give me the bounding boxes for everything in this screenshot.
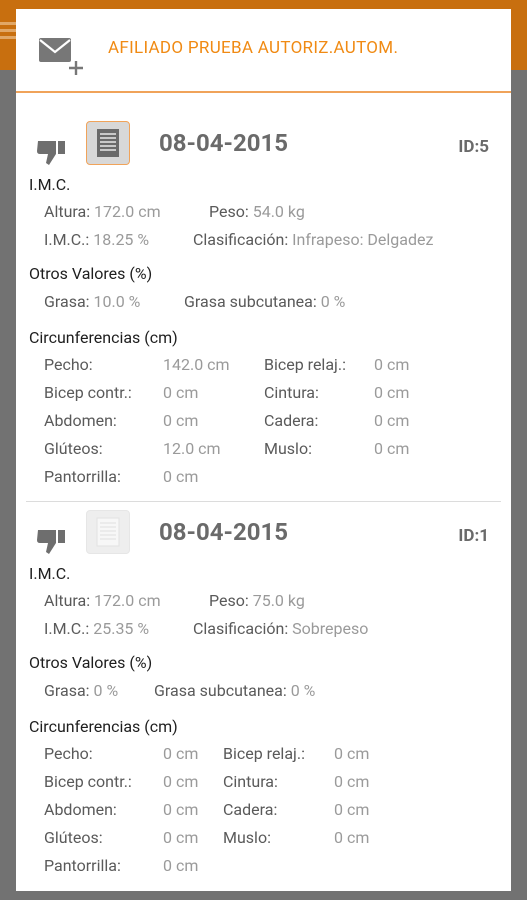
- bicep-relaj-value: 0 cm: [334, 744, 370, 763]
- imc-section-title: I.M.C.: [29, 175, 71, 194]
- muslo-value: 0 cm: [334, 828, 370, 847]
- bicep-contr-label: Bicep contr.:: [44, 772, 132, 791]
- circunferencias-title: Circunferencias (cm): [29, 328, 178, 347]
- clasificacion-row: Clasificación: Infrapeso: Delgadez: [193, 230, 433, 249]
- grasa-label: Grasa:: [44, 681, 90, 700]
- dialog-title: AFILIADO PRUEBA AUTORIZ.AUTOM.: [108, 38, 399, 58]
- cadera-label: Cadera:: [223, 800, 278, 819]
- peso-label: Peso:: [209, 202, 249, 221]
- gluteos-value: 12.0 cm: [163, 439, 221, 458]
- pantorrilla-label: Pantorrilla:: [44, 856, 121, 875]
- record-date: 08-04-2015: [159, 518, 289, 546]
- imc-value: 25.35 %: [93, 619, 150, 638]
- pecho-label: Pecho:: [44, 355, 93, 374]
- grasa-row: Grasa: 0 %: [44, 681, 118, 700]
- grasa-label: Grasa:: [44, 292, 90, 311]
- record-id: ID:5: [458, 137, 489, 157]
- otros-valores-title: Otros Valores (%): [29, 653, 153, 672]
- pantorrilla-value: 0 cm: [163, 467, 199, 486]
- altura-value: 172.0 cm: [94, 591, 161, 610]
- peso-value: 75.0 kg: [252, 591, 305, 610]
- pecho-value: 0 cm: [163, 744, 199, 763]
- record-card: 08-04-2015 ID:1 I.M.C. Altura: 172.0 cm …: [16, 490, 511, 890]
- altura-label: Altura:: [44, 202, 91, 221]
- clasificacion-value: Infrapeso: Delgadez: [292, 230, 434, 249]
- grasa-subcutanea-label: Grasa subcutanea:: [154, 681, 287, 700]
- background-menu-icon: [0, 22, 16, 43]
- record-card: 08-04-2015 ID:5 I.M.C. Altura: 172.0 cm …: [16, 101, 511, 499]
- grasa-value: 0 %: [93, 681, 119, 700]
- record-date: 08-04-2015: [159, 129, 289, 157]
- records-dialog: AFILIADO PRUEBA AUTORIZ.AUTOM. 08-04-201…: [16, 9, 511, 891]
- gluteos-value: 0 cm: [163, 828, 199, 847]
- bicep-contr-value: 0 cm: [163, 383, 199, 402]
- abdomen-label: Abdomen:: [44, 800, 117, 819]
- bicep-contr-value: 0 cm: [163, 772, 199, 791]
- cadera-value: 0 cm: [374, 411, 410, 430]
- imc-row: I.M.C.: 25.35 %: [44, 619, 149, 638]
- imc-label: I.M.C.:: [44, 230, 90, 249]
- grasa-subcutanea-label: Grasa subcutanea:: [184, 292, 317, 311]
- grasa-subcutanea-value: 0 %: [290, 681, 316, 700]
- document-icon: [97, 129, 119, 157]
- clasificacion-label: Clasificación:: [193, 619, 289, 638]
- peso-row: Peso: 75.0 kg: [209, 591, 305, 610]
- dialog-header: AFILIADO PRUEBA AUTORIZ.AUTOM.: [16, 9, 511, 93]
- cintura-label: Cintura:: [223, 772, 278, 791]
- cadera-label: Cadera:: [264, 411, 319, 430]
- imc-section-title: I.M.C.: [29, 564, 71, 583]
- peso-label: Peso:: [209, 591, 249, 610]
- mail-add-icon[interactable]: [38, 37, 90, 79]
- grasa-subcutanea-value: 0 %: [320, 292, 346, 311]
- document-button[interactable]: [86, 121, 130, 165]
- altura-row: Altura: 172.0 cm: [44, 591, 161, 610]
- cintura-label: Cintura:: [264, 383, 319, 402]
- abdomen-label: Abdomen:: [44, 411, 117, 430]
- imc-label: I.M.C.:: [44, 619, 90, 638]
- clasificacion-row: Clasificación: Sobrepeso: [193, 619, 368, 638]
- otros-valores-title: Otros Valores (%): [29, 264, 153, 283]
- abdomen-value: 0 cm: [163, 800, 199, 819]
- muslo-label: Muslo:: [264, 439, 312, 458]
- cintura-value: 0 cm: [334, 772, 370, 791]
- imc-row: I.M.C.: 18.25 %: [44, 230, 149, 249]
- clasificacion-value: Sobrepeso: [292, 619, 369, 638]
- pecho-value: 142.0 cm: [163, 355, 230, 374]
- altura-label: Altura:: [44, 591, 91, 610]
- muslo-value: 0 cm: [374, 439, 410, 458]
- grasa-subcutanea-row: Grasa subcutanea: 0 %: [154, 681, 315, 700]
- thumbs-down-icon[interactable]: [36, 139, 68, 167]
- pantorrilla-value: 0 cm: [163, 856, 199, 875]
- altura-value: 172.0 cm: [94, 202, 161, 221]
- document-icon: [96, 517, 120, 547]
- circunferencias-title: Circunferencias (cm): [29, 717, 178, 736]
- grasa-row: Grasa: 10.0 %: [44, 292, 140, 311]
- peso-value: 54.0 kg: [252, 202, 305, 221]
- muslo-label: Muslo:: [223, 828, 271, 847]
- record-id: ID:1: [458, 526, 489, 546]
- pantorrilla-label: Pantorrilla:: [44, 467, 121, 486]
- gluteos-label: Glúteos:: [44, 439, 103, 458]
- pecho-label: Pecho:: [44, 744, 93, 763]
- altura-row: Altura: 172.0 cm: [44, 202, 161, 221]
- document-button[interactable]: [86, 510, 130, 554]
- cadera-value: 0 cm: [334, 800, 370, 819]
- bicep-relaj-label: Bicep relaj.:: [223, 744, 305, 763]
- cintura-value: 0 cm: [374, 383, 410, 402]
- gluteos-label: Glúteos:: [44, 828, 103, 847]
- bicep-relaj-label: Bicep relaj.:: [264, 355, 346, 374]
- grasa-subcutanea-row: Grasa subcutanea: 0 %: [184, 292, 345, 311]
- grasa-value: 10.0 %: [93, 292, 141, 311]
- clasificacion-label: Clasificación:: [193, 230, 289, 249]
- abdomen-value: 0 cm: [163, 411, 199, 430]
- bicep-contr-label: Bicep contr.:: [44, 383, 132, 402]
- bicep-relaj-value: 0 cm: [374, 355, 410, 374]
- imc-value: 18.25 %: [93, 230, 150, 249]
- thumbs-down-icon[interactable]: [36, 528, 68, 556]
- peso-row: Peso: 54.0 kg: [209, 202, 305, 221]
